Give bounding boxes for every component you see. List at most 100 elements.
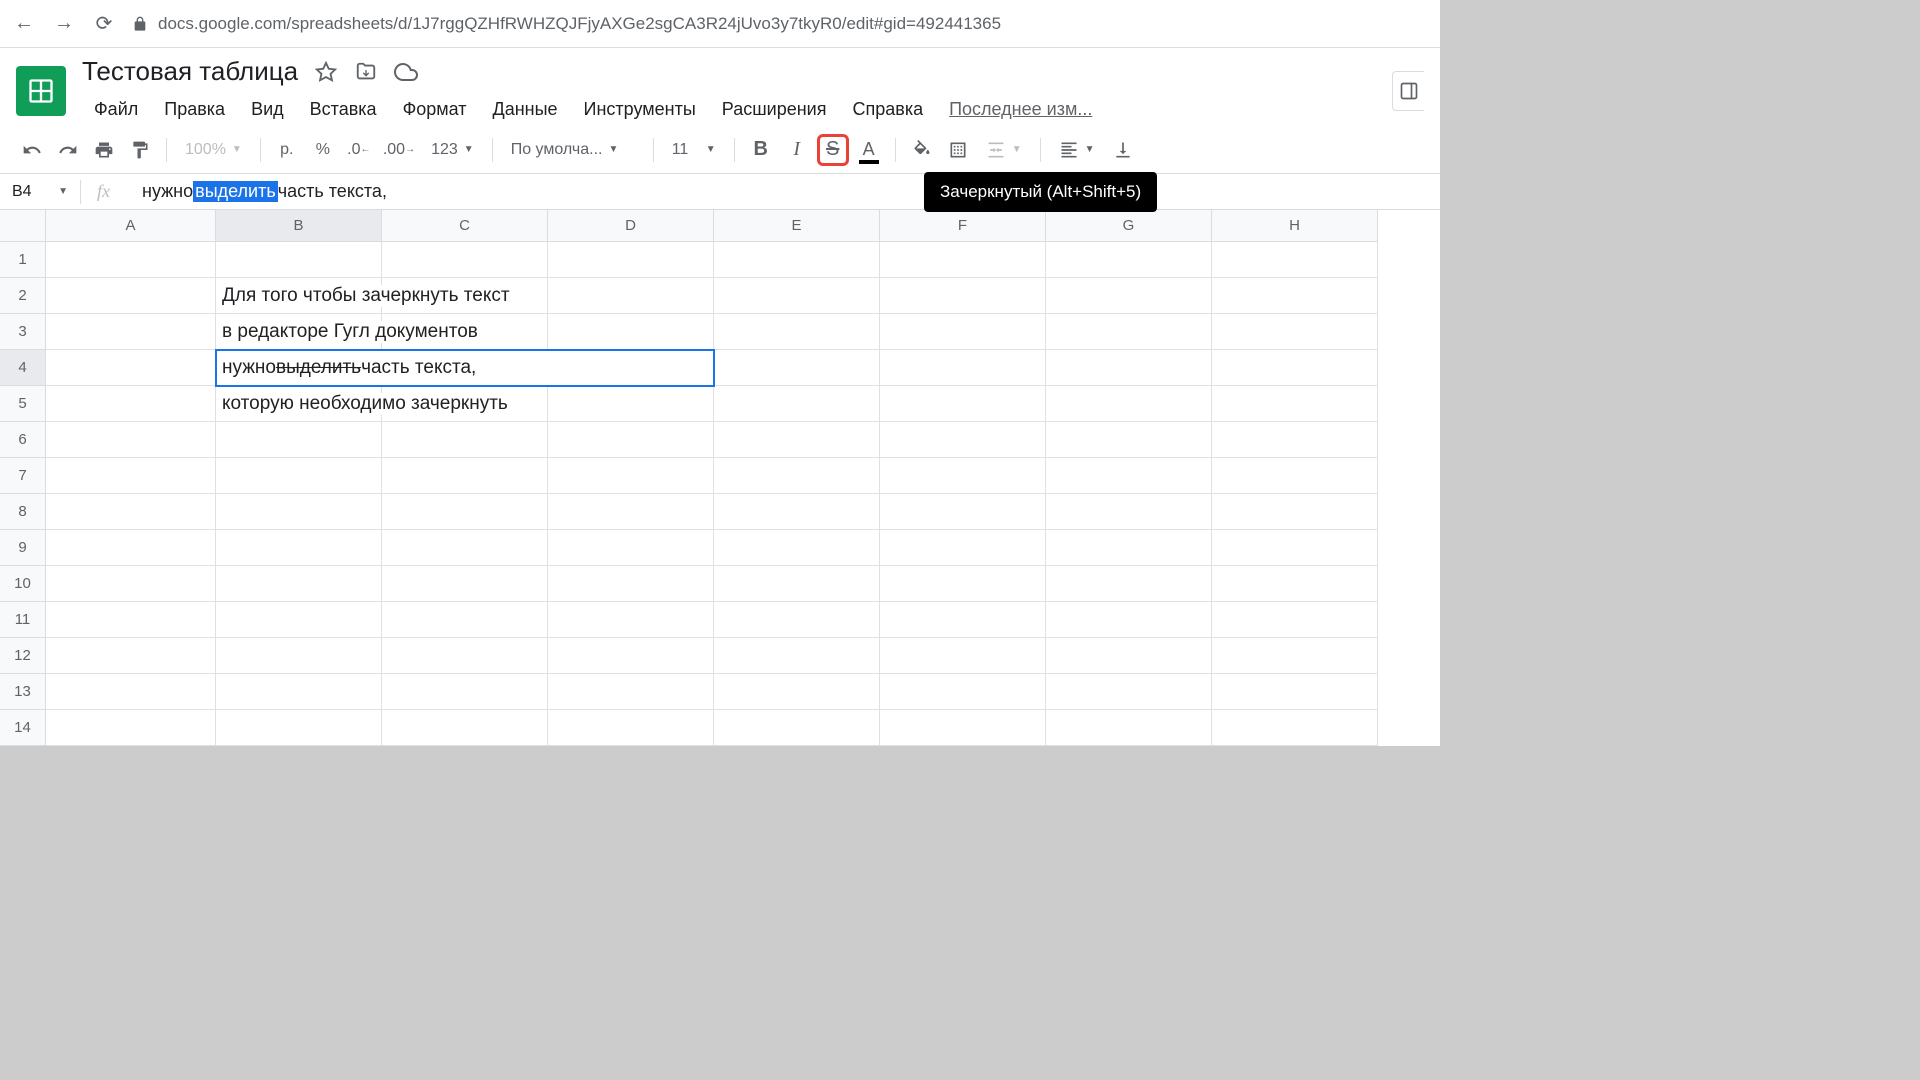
name-box[interactable]: B4 ▼ xyxy=(0,183,80,201)
font-size-dropdown[interactable]: 11▼ xyxy=(664,141,724,159)
col-header[interactable]: B xyxy=(216,210,382,242)
col-header[interactable]: A xyxy=(46,210,216,242)
cell[interactable] xyxy=(880,422,1046,458)
select-all-corner[interactable] xyxy=(0,210,46,242)
cell[interactable] xyxy=(1212,386,1378,422)
cell[interactable] xyxy=(1046,566,1212,602)
last-edit-link[interactable]: Последнее изм... xyxy=(937,93,1104,126)
menu-extensions[interactable]: Расширения xyxy=(710,93,839,126)
cell[interactable] xyxy=(46,638,216,674)
menu-insert[interactable]: Вставка xyxy=(298,93,389,126)
cell[interactable] xyxy=(714,350,880,386)
cell[interactable] xyxy=(880,458,1046,494)
cloud-icon[interactable] xyxy=(394,60,418,84)
cell[interactable] xyxy=(548,638,714,674)
text-color-button[interactable]: A xyxy=(853,134,885,166)
zoom-dropdown[interactable]: 100%▼ xyxy=(177,141,250,159)
col-header[interactable]: E xyxy=(714,210,880,242)
cell[interactable] xyxy=(714,530,880,566)
menu-help[interactable]: Справка xyxy=(840,93,935,126)
cell[interactable] xyxy=(880,710,1046,746)
cell[interactable] xyxy=(1046,242,1212,278)
menu-view[interactable]: Вид xyxy=(239,93,296,126)
cell[interactable] xyxy=(382,566,548,602)
star-icon[interactable] xyxy=(314,60,338,84)
cell[interactable] xyxy=(216,530,382,566)
cell[interactable] xyxy=(548,458,714,494)
menu-data[interactable]: Данные xyxy=(481,93,570,126)
cell[interactable] xyxy=(382,710,548,746)
cell[interactable] xyxy=(46,422,216,458)
cell[interactable] xyxy=(382,530,548,566)
cell[interactable] xyxy=(216,422,382,458)
cell[interactable] xyxy=(1046,386,1212,422)
cell[interactable] xyxy=(548,386,714,422)
cell[interactable] xyxy=(548,494,714,530)
cell-B5[interactable]: которую необходимо зачеркнуть xyxy=(216,386,382,422)
bold-button[interactable]: B xyxy=(745,134,777,166)
row-header[interactable]: 1 xyxy=(0,242,46,278)
cell[interactable] xyxy=(46,566,216,602)
menu-file[interactable]: Файл xyxy=(82,93,150,126)
back-button[interactable]: ← xyxy=(12,12,36,36)
cell[interactable] xyxy=(714,710,880,746)
cell[interactable] xyxy=(1046,530,1212,566)
cell[interactable] xyxy=(880,494,1046,530)
cell[interactable] xyxy=(548,242,714,278)
cell[interactable] xyxy=(46,242,216,278)
cell[interactable] xyxy=(46,386,216,422)
cell[interactable] xyxy=(1046,602,1212,638)
cell[interactable] xyxy=(216,674,382,710)
undo-button[interactable] xyxy=(16,134,48,166)
cell[interactable] xyxy=(880,386,1046,422)
cell[interactable] xyxy=(1212,278,1378,314)
menu-edit[interactable]: Правка xyxy=(152,93,237,126)
cell[interactable] xyxy=(880,602,1046,638)
row-header[interactable]: 11 xyxy=(0,602,46,638)
col-header[interactable]: D xyxy=(548,210,714,242)
cell[interactable] xyxy=(46,602,216,638)
cell[interactable] xyxy=(216,638,382,674)
cell-B3[interactable]: в редакторе Гугл документов xyxy=(216,314,382,350)
fill-color-button[interactable] xyxy=(906,134,938,166)
cell[interactable] xyxy=(1046,494,1212,530)
row-header[interactable]: 8 xyxy=(0,494,46,530)
cell[interactable] xyxy=(880,350,1046,386)
row-header[interactable]: 12 xyxy=(0,638,46,674)
cell[interactable] xyxy=(382,638,548,674)
cell[interactable] xyxy=(548,674,714,710)
cell[interactable] xyxy=(548,566,714,602)
cell[interactable] xyxy=(714,386,880,422)
row-header[interactable]: 13 xyxy=(0,674,46,710)
cell[interactable] xyxy=(714,314,880,350)
document-title[interactable]: Тестовая таблица xyxy=(82,56,298,87)
cell[interactable] xyxy=(216,566,382,602)
menu-format[interactable]: Формат xyxy=(391,93,479,126)
decrease-decimal-button[interactable]: .0← xyxy=(343,134,375,166)
cell[interactable] xyxy=(1212,350,1378,386)
horizontal-align-button[interactable]: ▼ xyxy=(1051,140,1103,160)
cell[interactable] xyxy=(382,242,548,278)
cell[interactable] xyxy=(714,458,880,494)
side-panel-icon[interactable] xyxy=(1392,71,1424,111)
cell[interactable] xyxy=(714,674,880,710)
more-formats-dropdown[interactable]: 123▼ xyxy=(423,141,482,159)
row-header[interactable]: 6 xyxy=(0,422,46,458)
cell[interactable] xyxy=(216,602,382,638)
cell[interactable] xyxy=(1212,674,1378,710)
cell[interactable] xyxy=(548,602,714,638)
merge-cells-button[interactable]: ▼ xyxy=(978,140,1030,160)
cell[interactable] xyxy=(548,422,714,458)
cell[interactable] xyxy=(880,674,1046,710)
cell[interactable] xyxy=(382,422,548,458)
cell[interactable] xyxy=(1212,458,1378,494)
cell[interactable] xyxy=(880,314,1046,350)
cell[interactable] xyxy=(1212,422,1378,458)
cell[interactable] xyxy=(1212,494,1378,530)
row-header[interactable]: 4 xyxy=(0,350,46,386)
increase-decimal-button[interactable]: .00→ xyxy=(379,134,419,166)
cell[interactable] xyxy=(548,530,714,566)
cell[interactable] xyxy=(880,530,1046,566)
row-header[interactable]: 7 xyxy=(0,458,46,494)
row-header[interactable]: 3 xyxy=(0,314,46,350)
